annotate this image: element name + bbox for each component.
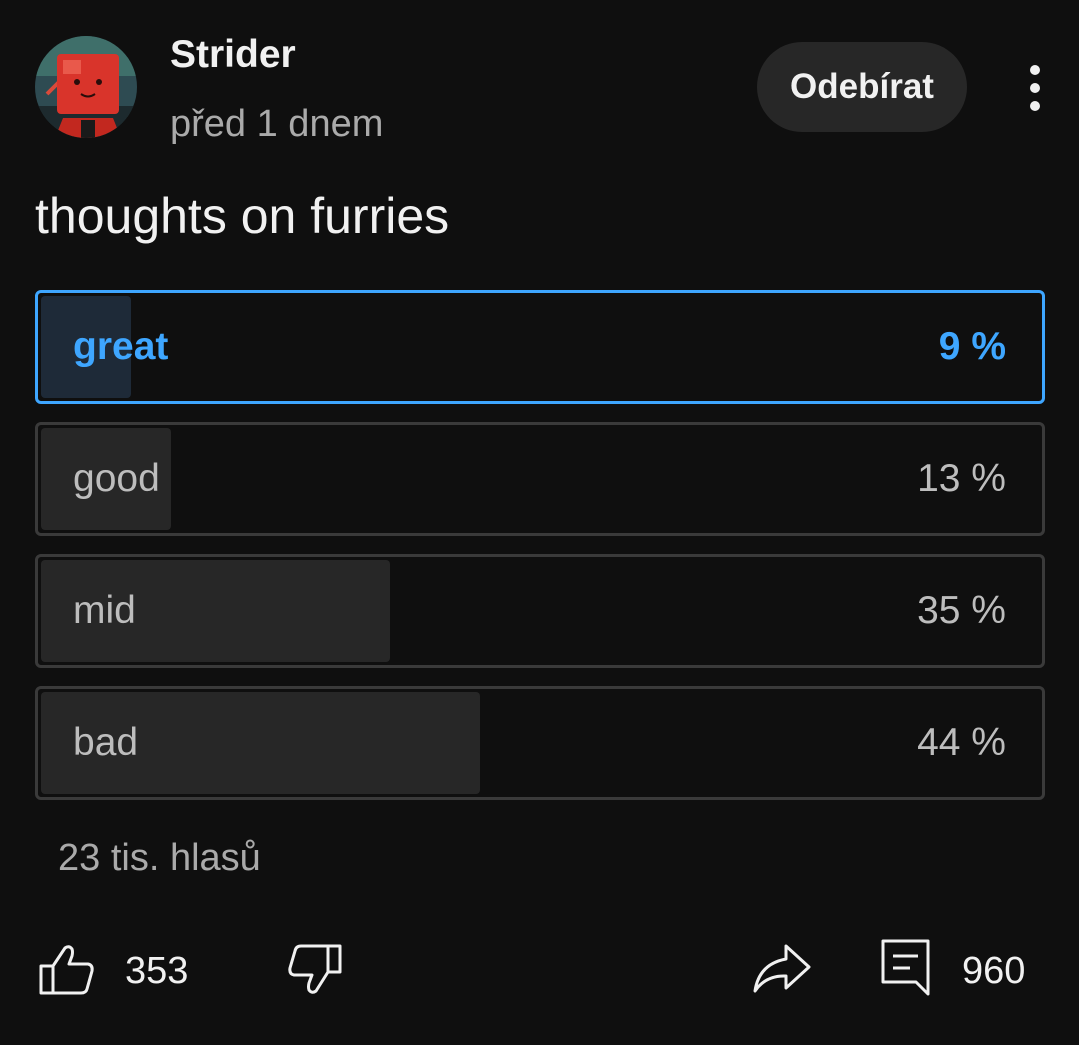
poll-option-label: bad — [73, 721, 139, 764]
post-timestamp: před 1 dnem — [170, 103, 384, 145]
poll-option-label: great — [73, 325, 169, 368]
post-text: thoughts on furries — [35, 188, 450, 244]
poll-option-bad[interactable]: bad 44 % — [35, 686, 1045, 800]
subscribe-button[interactable]: Odebírat — [757, 42, 967, 132]
poll-option-label: good — [73, 457, 160, 500]
dislike-button[interactable] — [288, 942, 344, 996]
poll-option-percent: 13 % — [917, 457, 1006, 500]
channel-avatar[interactable] — [35, 36, 137, 138]
comment-count: 960 — [962, 950, 1026, 992]
share-button[interactable] — [752, 942, 812, 994]
poll-option-great[interactable]: great 9 % — [35, 290, 1045, 404]
poll-option-label: mid — [73, 589, 136, 632]
poll-option-percent: 44 % — [917, 721, 1006, 764]
share-icon — [753, 944, 811, 993]
comment-icon — [881, 939, 930, 996]
like-count: 353 — [125, 950, 189, 992]
poll-vote-count: 23 tis. hlasů — [58, 837, 261, 879]
poll-option-mid[interactable]: mid 35 % — [35, 554, 1045, 668]
channel-name[interactable]: Strider — [170, 32, 296, 78]
poll-option-good[interactable]: good 13 % — [35, 422, 1045, 536]
more-vert-icon — [1030, 65, 1040, 111]
like-button[interactable] — [38, 944, 96, 996]
poll-option-percent: 9 % — [938, 325, 1006, 368]
poll-option-percent: 35 % — [917, 589, 1006, 632]
comment-button[interactable] — [880, 938, 932, 998]
more-options-button[interactable] — [1005, 58, 1065, 118]
thumbs-up-icon — [39, 945, 94, 995]
thumbs-down-icon — [288, 944, 342, 994]
